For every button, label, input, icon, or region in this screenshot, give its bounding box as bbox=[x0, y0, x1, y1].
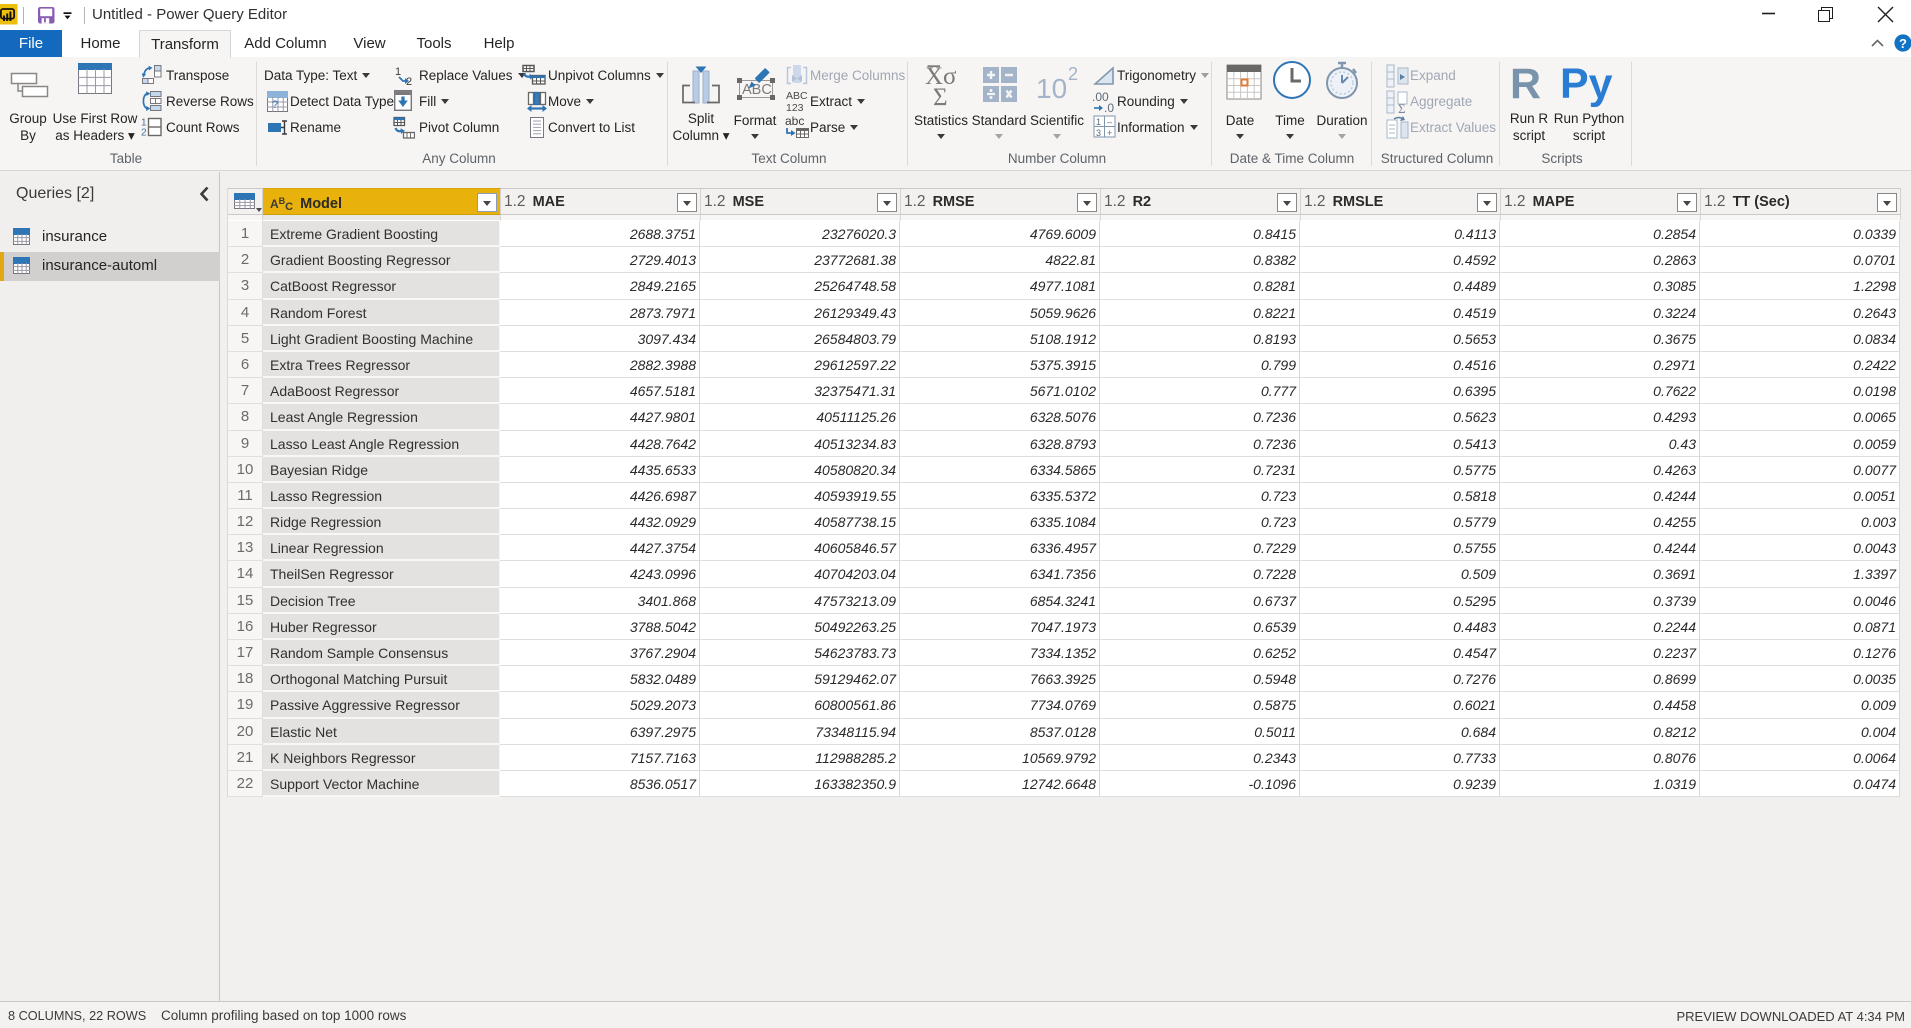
svg-text:2: 2 bbox=[141, 128, 147, 139]
svg-text:–: – bbox=[1107, 117, 1112, 127]
svg-text:ABC: ABC bbox=[742, 82, 772, 98]
svg-text:Σ: Σ bbox=[933, 84, 948, 106]
svg-text:abc: abc bbox=[785, 114, 804, 128]
svg-text:2: 2 bbox=[1068, 64, 1078, 84]
svg-text:10: 10 bbox=[1036, 73, 1067, 104]
svg-text:1: 1 bbox=[1096, 117, 1101, 127]
svg-text:123: 123 bbox=[786, 102, 804, 113]
svg-text:1: 1 bbox=[395, 66, 401, 78]
svg-text:ABC: ABC bbox=[786, 90, 808, 102]
svg-text:.0: .0 bbox=[1104, 101, 1114, 114]
svg-text:?: ? bbox=[1899, 36, 1907, 51]
svg-text:3: 3 bbox=[1096, 128, 1101, 138]
svg-text:+: + bbox=[1107, 128, 1112, 138]
svg-text:?: ? bbox=[272, 99, 278, 111]
svg-text:Σ: Σ bbox=[1398, 101, 1406, 114]
